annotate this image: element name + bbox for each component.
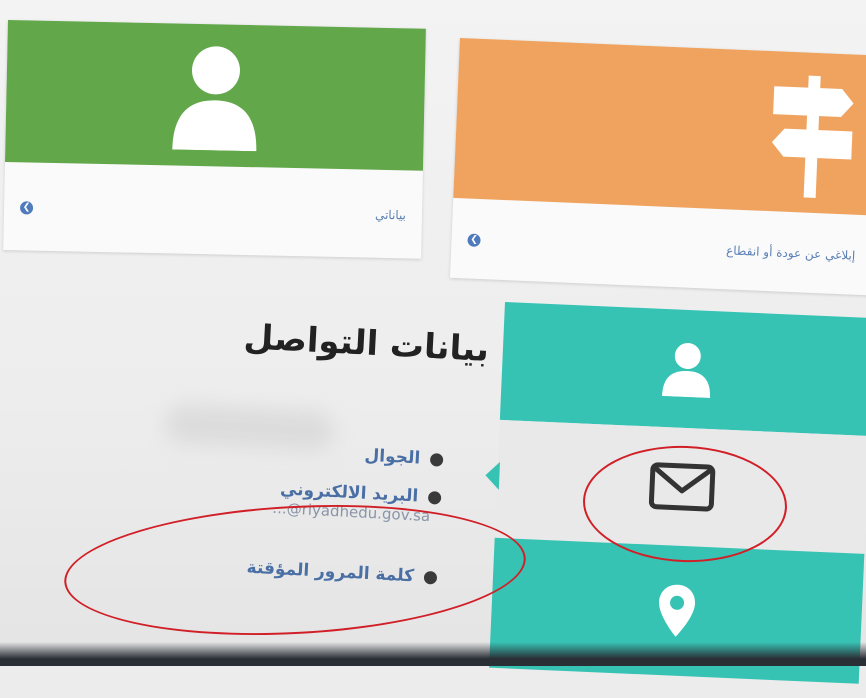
screen-bezel	[0, 642, 866, 666]
my-data-label: بياناتي	[374, 207, 407, 223]
side-tab-profile[interactable]	[499, 302, 866, 437]
my-data-tile[interactable]: ❮ بياناتي	[3, 20, 426, 259]
location-pin-icon	[659, 584, 696, 637]
envelope-icon	[648, 462, 716, 512]
temp-password-label: كلمة المرور المؤقتة	[246, 557, 415, 587]
side-tab-contact[interactable]	[494, 419, 866, 554]
report-tile-footer: ❮ إبلاغي عن عودة أو انقطاع	[450, 200, 866, 296]
bullet	[423, 570, 438, 585]
person-icon	[172, 46, 257, 152]
report-label: إبلاغي عن عودة أو انقطاع	[725, 243, 856, 263]
mobile-label: الجوال	[364, 445, 421, 469]
contact-side-panel	[484, 302, 866, 698]
report-tile-header	[453, 38, 866, 216]
my-data-tile-header	[5, 20, 426, 171]
contact-details: بيانات التواصل الجوال البريد الالكتروني …	[154, 313, 490, 649]
redacted-value	[163, 403, 336, 452]
screen-scene: ❮ بياناتي ❮ إبلاغي عن عودة أو انقطاع بيا…	[0, 0, 866, 684]
arrow-left-icon[interactable]: ❮	[19, 200, 34, 215]
signpost-icon	[771, 75, 854, 199]
my-data-tile-footer: ❮ بياناتي	[3, 164, 423, 259]
person-icon	[662, 343, 711, 399]
page-title: بيانات التواصل	[242, 317, 490, 370]
report-tile[interactable]: ❮ إبلاغي عن عودة أو انقطاع	[449, 38, 866, 296]
active-pointer	[484, 461, 501, 490]
bullet	[427, 490, 442, 505]
arrow-left-icon[interactable]: ❮	[467, 232, 481, 247]
list-item-mobile: الجوال	[364, 446, 444, 470]
list-item-temp-password: كلمة المرور المؤقتة	[246, 557, 438, 588]
bullet	[429, 452, 444, 467]
